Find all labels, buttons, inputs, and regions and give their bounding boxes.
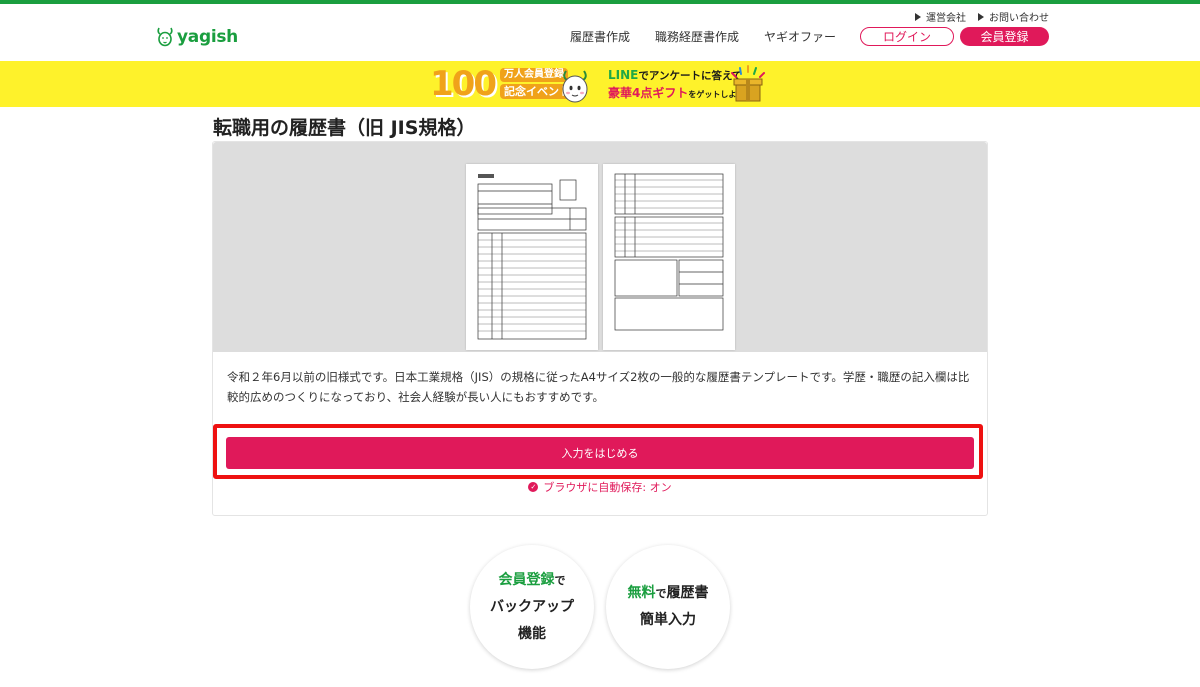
contact-link-label: お問い合わせ [989, 13, 1049, 24]
check-circle-icon: ✓ [528, 482, 539, 492]
banner-count: 100 [430, 64, 497, 104]
start-button-highlight: 入力をはじめる [213, 424, 983, 479]
feature-free-tail: 履歴書 [666, 585, 709, 601]
site-header: yagish 運営会社 お問い合わせ 履歴書作成 職務経歴書作成 ヤギオファー … [0, 4, 1200, 61]
login-button[interactable]: ログイン [860, 27, 954, 46]
feature-free-line1: 無料で履歴書 [628, 580, 709, 607]
campaign-banner[interactable]: 100 万人会員登録 記念イベント LINEでアンケートに答えて 豪華4点ギフト… [0, 61, 1200, 107]
resume-page-2-icon [614, 173, 724, 331]
triangle-right-icon [915, 12, 921, 21]
feature-backup-highlight: 会員登録 [498, 571, 555, 588]
nav-career-history[interactable]: 職務経歴書作成 [655, 28, 739, 45]
feature-free-line2: 簡単入力 [640, 612, 696, 628]
gift-box-icon [731, 65, 765, 102]
resume-page-1-thumbnail[interactable] [466, 164, 598, 350]
yagish-logo[interactable]: yagish [156, 26, 238, 48]
triangle-right-icon [978, 12, 984, 21]
feature-backup-line1: 会員登録で [499, 567, 566, 594]
feature-free-suffix: で [655, 587, 667, 600]
feature-backup-suffix: で [554, 573, 566, 587]
feature-backup-badge: 会員登録で バックアップ 機能 [470, 545, 594, 669]
banner-line-text: LINEでアンケートに答えて [608, 68, 742, 83]
main-nav: 履歴書作成 職務経歴書作成 ヤギオファー ログイン 会員登録 [545, 27, 1049, 46]
nav-resume[interactable]: 履歴書作成 [570, 28, 630, 45]
utility-links: 運営会社 お問い合わせ [915, 9, 1049, 24]
company-link-label: 運営会社 [926, 13, 966, 24]
logo-text: yagish [177, 27, 238, 47]
template-description: 令和２年6月以前の旧様式です。日本工業規格（JIS）の規格に従ったA4サイズ2枚… [227, 370, 970, 404]
resume-page-2-thumbnail[interactable] [603, 164, 735, 350]
contact-link[interactable]: お問い合わせ [978, 9, 1049, 24]
company-link[interactable]: 運営会社 [915, 9, 966, 24]
autosave-label: ブラウザに自動保存: オン [543, 481, 672, 494]
banner-line-brand: LINE [608, 68, 639, 82]
feature-free-badge: 無料で履歴書 簡単入力 [606, 545, 730, 669]
feature-free-highlight: 無料 [627, 585, 656, 601]
start-input-button[interactable]: 入力をはじめる [226, 437, 974, 469]
template-preview [213, 142, 987, 352]
page-title: 転職用の履歴書（旧 JIS規格） [213, 117, 476, 139]
goat-mascot-icon [562, 70, 588, 103]
banner-gift-highlight: 豪華4点ギフト [608, 86, 689, 100]
register-button[interactable]: 会員登録 [960, 27, 1049, 46]
nav-yagi-offer[interactable]: ヤギオファー [764, 28, 836, 45]
feature-backup-line3: 機能 [518, 625, 546, 642]
resume-page-1-icon [477, 174, 587, 340]
template-card: 令和２年6月以前の旧様式です。日本工業規格（JIS）の規格に従ったA4サイズ2枚… [212, 141, 988, 516]
autosave-status: ✓ ブラウザに自動保存: オン [213, 479, 987, 495]
feature-backup-line2: バックアップ [490, 598, 574, 615]
goat-logo-icon [157, 27, 173, 47]
